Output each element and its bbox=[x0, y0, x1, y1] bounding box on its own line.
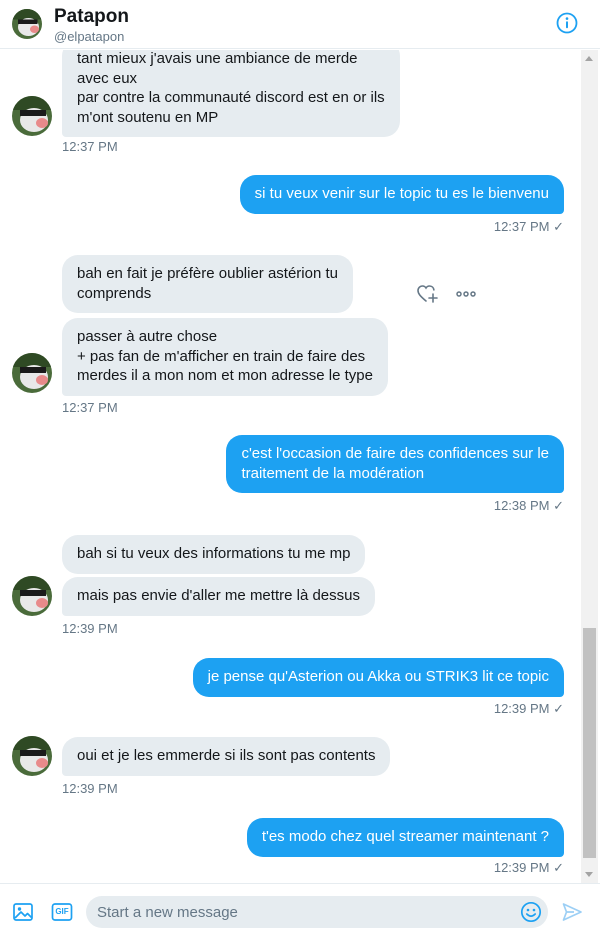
message-list[interactable]: tant mieux j'avais une ambiance de merde… bbox=[0, 50, 581, 883]
message-bubble-incoming[interactable]: oui et je les emmerde si ils sont pas co… bbox=[62, 737, 391, 776]
message-bubble-incoming[interactable]: mais pas envie d'aller me mettre là dess… bbox=[62, 577, 375, 616]
image-icon[interactable] bbox=[12, 901, 34, 923]
message-bubble-incoming[interactable]: tant mieux j'avais une ambiance de merde… bbox=[62, 50, 400, 137]
heart-plus-icon[interactable] bbox=[416, 283, 438, 305]
more-icon[interactable] bbox=[455, 283, 477, 305]
scrollbar[interactable] bbox=[581, 50, 598, 883]
message-input-wrapper[interactable] bbox=[86, 896, 548, 928]
conversation-header: Patapon @elpatapon bbox=[0, 0, 600, 49]
message-bubble-incoming[interactable]: bah en fait je préfère oublier astérion … bbox=[62, 255, 353, 313]
avatar[interactable] bbox=[12, 736, 52, 776]
message-timestamp: 12:39 PM ✓ bbox=[493, 701, 564, 716]
message-bubble-outgoing[interactable]: je pense qu'Asterion ou Akka ou STRIK3 l… bbox=[192, 658, 564, 697]
gif-label: GIF bbox=[55, 907, 69, 916]
message-bubble-outgoing[interactable]: si tu veux venir sur le topic tu es le b… bbox=[239, 175, 564, 214]
send-icon[interactable] bbox=[561, 901, 583, 923]
message-bubble-outgoing[interactable]: c'est l'occasion de faire des confidence… bbox=[226, 435, 564, 493]
message-timestamp: 12:37 PM ✓ bbox=[493, 219, 564, 234]
scroll-down-arrow[interactable] bbox=[585, 872, 593, 877]
scrollbar-thumb[interactable] bbox=[583, 628, 596, 858]
scroll-up-arrow[interactable] bbox=[585, 56, 593, 61]
avatar[interactable] bbox=[12, 9, 42, 39]
conversation-handle: @elpatapon bbox=[54, 29, 125, 44]
avatar[interactable] bbox=[12, 576, 52, 616]
gif-icon[interactable]: GIF bbox=[51, 901, 73, 923]
message-timestamp: 12:39 PM bbox=[62, 621, 118, 636]
message-timestamp: 12:38 PM ✓ bbox=[493, 498, 564, 513]
message-composer: GIF bbox=[0, 883, 600, 933]
info-icon[interactable] bbox=[556, 12, 578, 34]
avatar[interactable] bbox=[12, 353, 52, 393]
message-input[interactable] bbox=[97, 896, 517, 928]
message-timestamp: 12:37 PM bbox=[62, 400, 118, 415]
avatar[interactable] bbox=[12, 96, 52, 136]
message-bubble-incoming[interactable]: bah si tu veux des informations tu me mp bbox=[62, 535, 366, 574]
message-timestamp: 12:39 PM bbox=[62, 781, 118, 796]
message-timestamp: 12:37 PM bbox=[62, 139, 118, 154]
message-timestamp: 12:39 PM ✓ bbox=[493, 860, 564, 875]
message-bubble-incoming[interactable]: passer à autre chose + pas fan de m'affi… bbox=[62, 318, 388, 396]
emoji-icon[interactable] bbox=[520, 901, 542, 923]
message-bubble-outgoing[interactable]: t'es modo chez quel streamer maintenant … bbox=[246, 818, 564, 857]
conversation-title[interactable]: Patapon bbox=[54, 6, 129, 28]
